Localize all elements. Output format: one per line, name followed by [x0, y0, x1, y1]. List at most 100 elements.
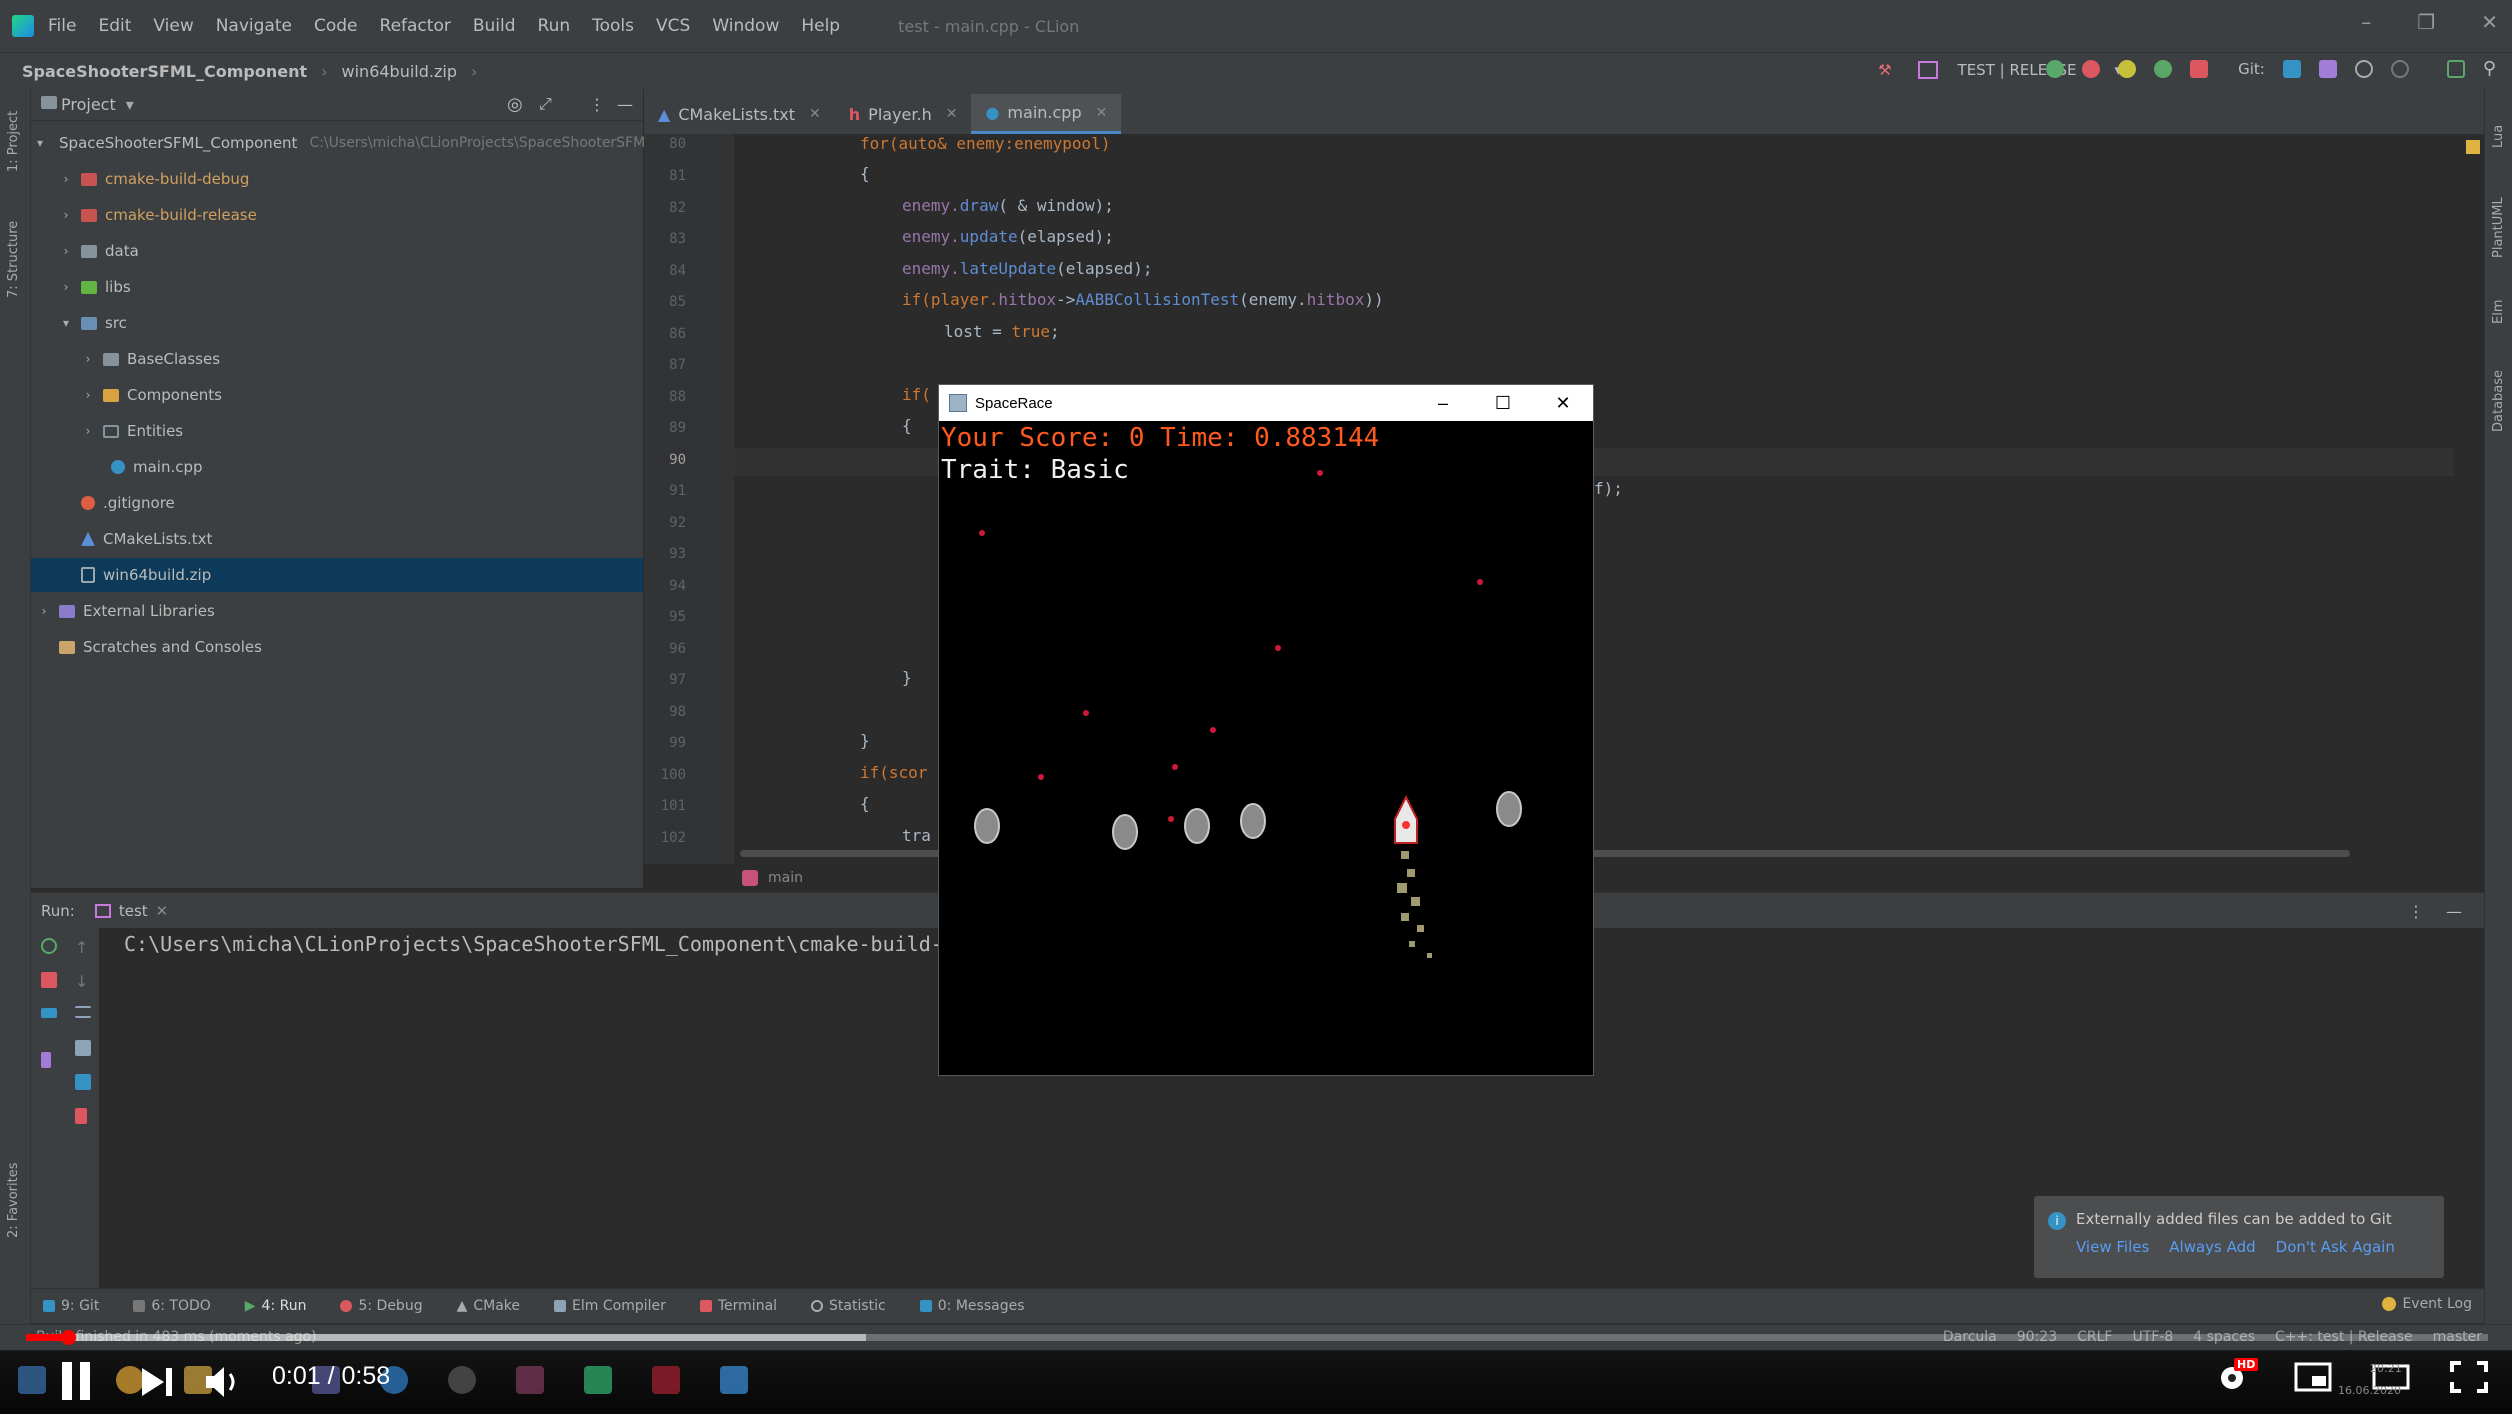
chevron-right-icon[interactable]: › [37, 604, 51, 618]
miniplayer-button[interactable] [2294, 1360, 2332, 1394]
debug-icon[interactable] [2082, 59, 2101, 78]
pin-icon[interactable] [41, 1052, 51, 1068]
tool-tab-cmake[interactable]: ▲ CMake [457, 1298, 520, 1314]
soft-wrap-icon[interactable] [75, 1006, 91, 1018]
favorites-tool-button[interactable]: 2: Favorites [6, 1162, 21, 1238]
reload-icon[interactable] [2046, 59, 2065, 78]
tab-main-cpp[interactable]: ● main.cpp ✕ [971, 94, 1122, 134]
tree-item-components[interactable]: › Components [31, 378, 643, 412]
close-icon[interactable]: ✕ [1533, 385, 1593, 421]
maximize-icon[interactable]: ☐ [1473, 385, 1533, 421]
tool-tab-elm-compiler[interactable]: Elm Compiler [554, 1298, 666, 1314]
collapse-all-icon[interactable]: ⤢ [539, 94, 552, 114]
volume-button[interactable] [204, 1364, 244, 1400]
chevron-down-icon[interactable]: ▾ [59, 316, 73, 330]
pause-button[interactable] [60, 1362, 94, 1400]
tab-player-h[interactable]: h Player.h ✕ [835, 94, 972, 134]
tree-item-project-root[interactable]: ▾ SpaceShooterSFML_Component C:\Users\mi… [31, 126, 653, 160]
chevron-right-icon[interactable]: › [59, 244, 73, 258]
elm-tool-button[interactable]: Elm [2491, 300, 2506, 325]
always-add-link[interactable]: Always Add [2169, 1238, 2255, 1256]
menu-window[interactable]: Window [712, 16, 779, 36]
rollback-icon[interactable] [2390, 59, 2409, 78]
tree-item-scratches[interactable]: Scratches and Consoles [31, 630, 643, 664]
tree-item-entities[interactable]: › Entities [31, 414, 643, 448]
profile-icon[interactable] [2154, 59, 2173, 78]
tree-item-gitignore[interactable]: .gitignore [31, 486, 643, 520]
tree-item-cmake-build-release[interactable]: › cmake-build-release [31, 198, 643, 232]
tool-tab-git[interactable]: 9: Git [43, 1298, 99, 1314]
fullscreen-button[interactable] [2450, 1360, 2488, 1394]
stop-icon[interactable] [2190, 59, 2209, 78]
history-icon[interactable] [2354, 59, 2373, 78]
project-structure-icon[interactable] [2446, 59, 2465, 78]
menu-code[interactable]: Code [314, 16, 358, 36]
dont-ask-again-link[interactable]: Don't Ask Again [2276, 1238, 2395, 1256]
coverage-icon[interactable] [2118, 59, 2137, 78]
tool-tab-statistic[interactable]: Statistic [811, 1298, 886, 1314]
nav-file[interactable]: win64build.zip [342, 62, 457, 81]
trash-icon[interactable] [75, 1108, 87, 1124]
hammer-icon[interactable]: ⚒ [1878, 61, 1891, 79]
project-view-selector[interactable]: Project [61, 95, 116, 114]
project-tool-button[interactable]: 1: Project [6, 111, 21, 172]
chevron-right-icon[interactable]: › [59, 280, 73, 294]
chevron-right-icon[interactable]: › [59, 172, 73, 186]
menu-file[interactable]: File [48, 16, 76, 36]
minimize-icon[interactable]: – [1413, 385, 1473, 421]
theater-mode-button[interactable]: 20:21 16.06.2020 [2338, 1360, 2410, 1397]
tree-item-cmakelists[interactable]: CMakeLists.txt [31, 522, 643, 556]
chevron-right-icon[interactable]: › [81, 424, 95, 438]
run-tab[interactable]: test ✕ [94, 902, 169, 920]
close-icon[interactable]: ✕ [2481, 10, 2498, 34]
menu-run[interactable]: Run [538, 16, 571, 36]
view-files-link[interactable]: View Files [2076, 1238, 2149, 1256]
video-scrubber-handle[interactable] [61, 1330, 76, 1345]
menu-edit[interactable]: Edit [98, 16, 131, 36]
tree-item-win64build-zip[interactable]: win64build.zip [31, 558, 643, 592]
menu-navigate[interactable]: Navigate [216, 16, 292, 36]
arrow-down-icon[interactable]: ↓ [75, 972, 91, 991]
close-tab-icon[interactable]: ✕ [809, 106, 821, 122]
stop-icon[interactable] [41, 972, 57, 988]
tool-tab-debug[interactable]: 5: Debug [340, 1298, 423, 1314]
tool-tab-messages[interactable]: 0: Messages [919, 1298, 1025, 1314]
chevron-right-icon[interactable]: › [81, 388, 95, 402]
chevron-right-icon[interactable]: › [59, 208, 73, 222]
git-update-icon[interactable] [2282, 59, 2301, 78]
game-canvas[interactable]: Your Score: 0 Time: 0.883144 Trait: Basi… [939, 421, 1593, 1075]
chevron-down-icon[interactable]: ▾ [126, 95, 134, 114]
locate-icon[interactable]: ◎ [507, 94, 523, 115]
search-icon[interactable]: ⚲ [2483, 58, 2496, 79]
settings-button[interactable]: HD [2216, 1358, 2259, 1394]
tool-tab-terminal[interactable]: Terminal [699, 1298, 777, 1314]
tool-tab-todo[interactable]: 6: TODO [133, 1298, 211, 1314]
tree-item-baseclasses[interactable]: › BaseClasses [31, 342, 643, 376]
menu-build[interactable]: Build [473, 16, 516, 36]
tree-item-src[interactable]: ▾ src [31, 306, 643, 340]
scroll-to-end-icon[interactable] [75, 1040, 91, 1056]
database-tool-button[interactable]: Database [2491, 370, 2506, 432]
git-push-icon[interactable] [2318, 59, 2337, 78]
restore-layout-icon[interactable] [41, 1008, 57, 1018]
tree-item-cmake-build-debug[interactable]: › cmake-build-debug [31, 162, 643, 196]
chevron-right-icon[interactable]: › [81, 352, 95, 366]
minimize-icon[interactable]: – [2361, 10, 2371, 34]
lua-tool-button[interactable]: Lua [2491, 125, 2506, 148]
plantuml-tool-button[interactable]: PlantUML [2491, 197, 2506, 258]
tree-item-external-libraries[interactable]: › External Libraries [31, 594, 643, 628]
structure-tool-button[interactable]: 7: Structure [6, 221, 21, 298]
hide-panel-icon[interactable]: — [617, 95, 633, 114]
chevron-down-icon[interactable]: ▾ [37, 136, 43, 150]
tab-cmakelists[interactable]: ▲ CMakeLists.txt ✕ [644, 94, 835, 134]
restore-icon[interactable]: ❐ [2417, 10, 2435, 34]
menu-view[interactable]: View [153, 16, 193, 36]
close-tab-icon[interactable]: ✕ [156, 902, 169, 920]
menu-refactor[interactable]: Refactor [380, 16, 451, 36]
print-icon[interactable] [75, 1074, 91, 1090]
game-title-bar[interactable]: SpaceRace – ☐ ✕ [939, 385, 1593, 421]
more-icon[interactable]: ⋮ [2408, 902, 2424, 921]
event-log-button[interactable]: Event Log [2382, 1296, 2472, 1312]
more-icon[interactable]: ⋮ [589, 95, 605, 114]
menu-help[interactable]: Help [801, 16, 840, 36]
